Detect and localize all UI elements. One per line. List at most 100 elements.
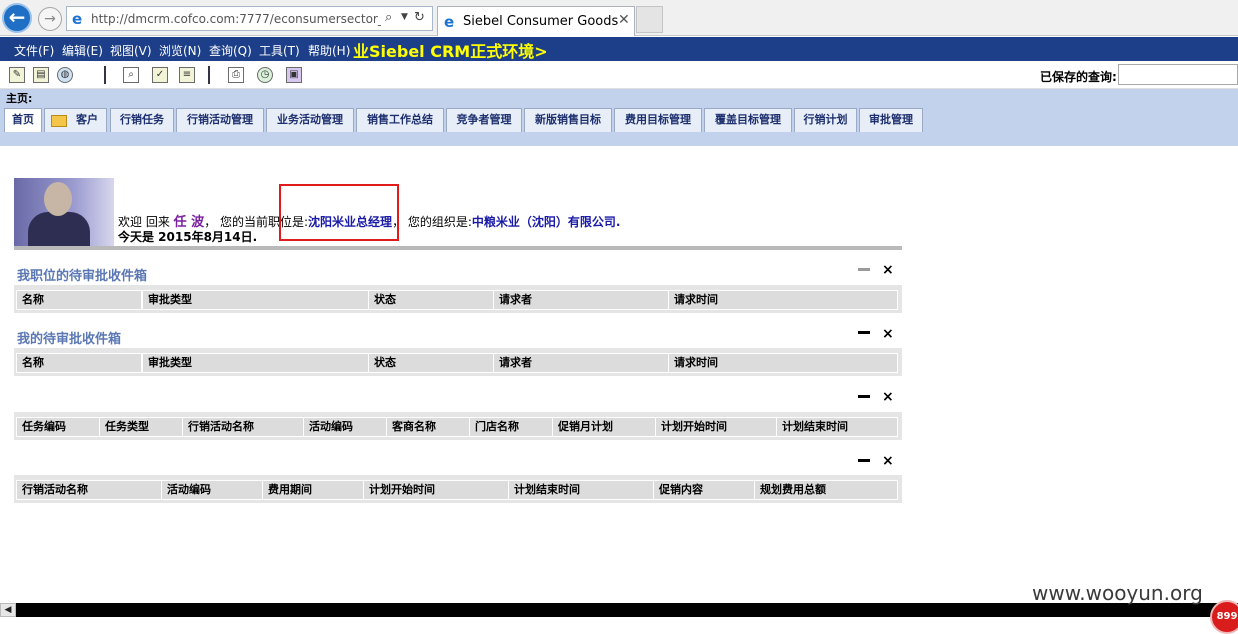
column-header[interactable]: 门店名称 — [469, 417, 553, 437]
tab-coverage-targets[interactable]: 覆盖目标管理 — [704, 108, 792, 133]
welcome-prefix: 欢迎 回来 — [118, 215, 170, 229]
tab-campaign-management[interactable]: 行销活动管理 — [176, 108, 264, 133]
menu-edit[interactable]: 编辑(E) — [62, 42, 103, 59]
column-header[interactable]: 计划结束时间 — [776, 417, 898, 437]
breadcrumb: 主页: — [6, 92, 33, 105]
ie-logo-icon: e — [72, 10, 83, 28]
org-label: ， 您的组织是: — [392, 215, 472, 229]
column-header[interactable]: 请求者 — [493, 353, 669, 373]
column-header[interactable]: 促销内容 — [653, 480, 755, 500]
tasks-grid: 任务编码 任务类型 行销活动名称 活动编码 客商名称 门店名称 促销月计划 计划… — [14, 412, 902, 440]
browser-chrome: ← → e http://dmcrm.cofco.com:7777/econsu… — [0, 0, 1238, 36]
minimize-icon[interactable] — [858, 395, 870, 398]
tab-sales-summary[interactable]: 销售工作总结 — [356, 108, 444, 133]
binoculars-icon[interactable]: ⌕ — [123, 67, 139, 83]
column-header[interactable]: 行销活动名称 — [16, 480, 162, 500]
copy-record-icon[interactable]: ▤ — [33, 67, 49, 83]
column-header[interactable]: 请求时间 — [668, 353, 898, 373]
close-tab-icon[interactable]: ✕ — [618, 12, 630, 28]
forward-button[interactable]: → — [38, 7, 62, 31]
column-header[interactable]: 促销月计划 — [552, 417, 656, 437]
column-header[interactable]: 任务编码 — [16, 417, 100, 437]
column-header[interactable]: 活动编码 — [161, 480, 263, 500]
column-header[interactable]: 审批类型 — [142, 353, 370, 373]
tab-marketing-tasks[interactable]: 行销任务 — [110, 108, 174, 133]
print-icon[interactable]: ⎙ — [228, 67, 244, 83]
column-header[interactable]: 状态 — [368, 290, 494, 310]
address-url[interactable]: http://dmcrm.cofco.com:7777/econsumersec… — [91, 12, 381, 28]
menu-file[interactable]: 文件(F) — [14, 42, 54, 59]
tab-approval-management[interactable]: 审批管理 — [859, 108, 923, 133]
saved-query-label: 已保存的查询: — [1040, 70, 1117, 84]
breadcrumb-bar: 主页: — [0, 89, 1238, 106]
menu-navigate[interactable]: 浏览(N) — [159, 42, 201, 59]
browser-tab-title: Siebel Consumer Goods — [463, 14, 619, 29]
tab-expense-targets[interactable]: 费用目标管理 — [614, 108, 702, 133]
tab-competitor-management[interactable]: 竞争者管理 — [446, 108, 522, 133]
tab-underline — [0, 132, 1238, 146]
menu-query[interactable]: 查询(Q) — [209, 42, 252, 59]
saved-query-input[interactable] — [1118, 64, 1238, 85]
menu-bar: 文件(F) 编辑(E) 视图(V) 浏览(N) 查询(Q) 工具(T) 帮助(H… — [0, 37, 1238, 61]
column-header[interactable]: 计划结束时间 — [508, 480, 654, 500]
menu-help[interactable]: 帮助(H) — [308, 42, 350, 59]
chevron-down-icon[interactable]: ▼ — [401, 12, 408, 22]
minimize-icon[interactable] — [858, 268, 870, 271]
column-header[interactable]: 请求时间 — [668, 290, 898, 310]
tab-sales-targets[interactable]: 新版销售目标 — [524, 108, 612, 133]
minimize-icon[interactable] — [858, 331, 870, 334]
column-header[interactable]: 规划费用总额 — [754, 480, 898, 500]
folder-icon — [51, 115, 67, 127]
refresh-icon[interactable]: ↻ — [414, 10, 425, 25]
scroll-left-icon[interactable]: ◀ — [0, 603, 16, 617]
ie-logo-icon: e — [444, 13, 455, 31]
app-title: 业Siebel CRM正式环境> — [353, 42, 548, 61]
checklist-icon[interactable]: ✓ — [152, 67, 168, 83]
column-header[interactable]: 费用期间 — [262, 480, 364, 500]
tab-home[interactable]: 首页 — [4, 108, 42, 135]
browser-tab[interactable]: e Siebel Consumer Goods ✕ — [437, 6, 635, 36]
column-header[interactable]: 名称 — [16, 290, 142, 310]
report-icon[interactable]: ▣ — [286, 67, 302, 83]
tab-marketing-plan[interactable]: 行销计划 — [794, 108, 857, 133]
notes-icon[interactable]: ≡ — [179, 67, 195, 83]
column-header[interactable]: 名称 — [16, 353, 142, 373]
position-inbox-title: 我职位的待审批收件箱 — [17, 269, 148, 284]
today-date: 今天是 2015年8月14日. — [118, 230, 258, 244]
close-icon[interactable]: × — [882, 453, 894, 469]
new-record-icon[interactable]: ✎ — [9, 67, 25, 83]
close-icon[interactable]: × — [882, 326, 894, 342]
column-header[interactable]: 审批类型 — [142, 290, 370, 310]
column-header[interactable]: 状态 — [368, 353, 494, 373]
minimize-icon[interactable] — [858, 459, 870, 462]
column-header[interactable]: 请求者 — [493, 290, 669, 310]
horizontal-scrollbar[interactable] — [0, 603, 1238, 617]
menu-tools[interactable]: 工具(T) — [259, 42, 300, 59]
campaigns-grid: 行销活动名称 活动编码 费用期间 计划开始时间 计划结束时间 促销内容 规划费用… — [14, 475, 902, 503]
close-icon[interactable]: × — [882, 262, 894, 278]
toolbar-separator — [208, 66, 210, 84]
column-header[interactable]: 计划开始时间 — [363, 480, 509, 500]
column-header[interactable]: 客商名称 — [386, 417, 470, 437]
column-header[interactable]: 计划开始时间 — [655, 417, 777, 437]
clock-icon[interactable]: ◷ — [257, 67, 273, 83]
organization-link[interactable]: 中粮米业（沈阳）有限公司. — [472, 215, 621, 229]
close-icon[interactable]: × — [882, 389, 894, 405]
menu-view[interactable]: 视图(V) — [110, 42, 152, 59]
tab-business-activity[interactable]: 业务活动管理 — [266, 108, 354, 133]
globe-icon[interactable]: ◍ — [57, 67, 73, 83]
column-header[interactable]: 活动编码 — [303, 417, 387, 437]
position-inbox-grid: 名称 审批类型 状态 请求者 请求时间 — [14, 285, 902, 313]
screen-tabs: 首页 客户 行销任务 行销活动管理 业务活动管理 销售工作总结 竞争者管理 新版… — [0, 106, 1238, 135]
column-header[interactable]: 行销活动名称 — [182, 417, 304, 437]
new-tab-button[interactable] — [636, 6, 663, 33]
tab-customers[interactable]: 客户 — [44, 108, 107, 133]
highlight-annotation — [279, 184, 399, 241]
tab-customers-label: 客户 — [76, 113, 98, 126]
search-icon[interactable]: ⌕ — [385, 10, 392, 25]
welcome-photo — [14, 178, 114, 246]
address-bar[interactable]: e http://dmcrm.cofco.com:7777/econsumers… — [66, 6, 433, 31]
back-button[interactable]: ← — [2, 3, 32, 33]
column-header[interactable]: 任务类型 — [99, 417, 183, 437]
watermark: www.wooyun.org — [1032, 581, 1203, 605]
